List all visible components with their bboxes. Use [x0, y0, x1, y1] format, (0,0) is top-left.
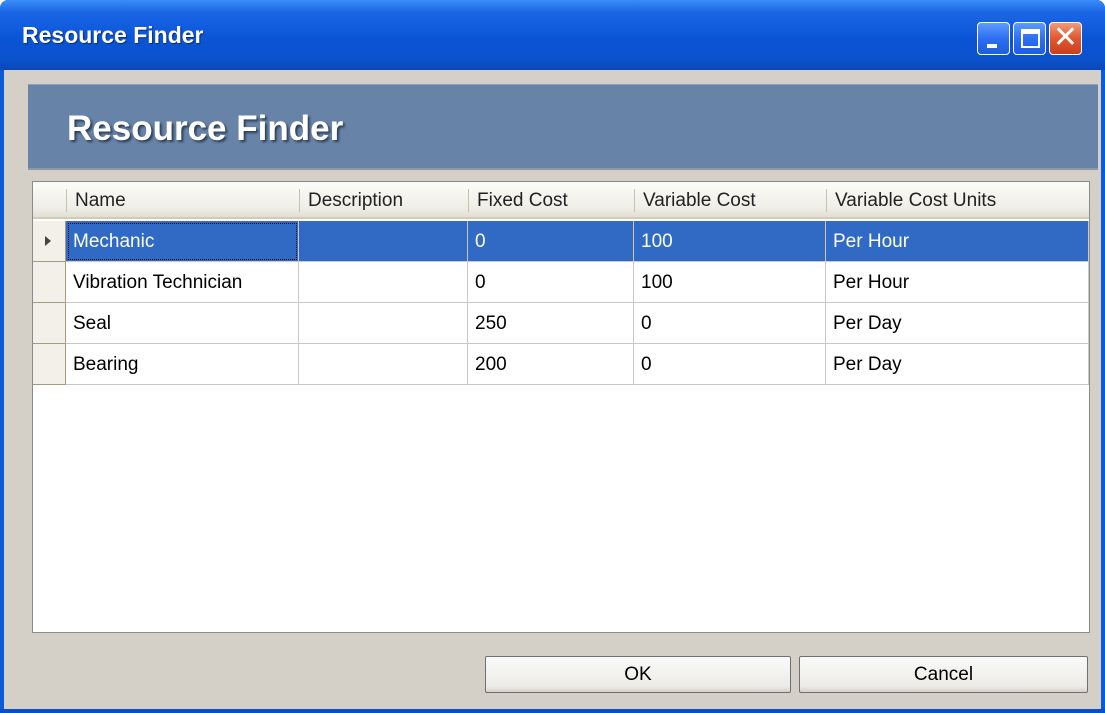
minimize-icon: [987, 44, 997, 48]
header-banner: Resource Finder: [28, 84, 1098, 168]
row-header[interactable]: [33, 344, 66, 385]
resource-grid[interactable]: Name Description Fixed Cost Variable Cos…: [32, 181, 1090, 633]
cell-name[interactable]: Mechanic: [66, 221, 299, 262]
cell-fixed-cost[interactable]: 0: [468, 221, 634, 262]
cell-fixed-cost[interactable]: 200: [468, 344, 634, 385]
cell-description[interactable]: [299, 344, 468, 385]
header-divider: [28, 168, 1098, 170]
row-header[interactable]: [33, 262, 66, 303]
dialog-body: Resource Finder Name Description Fixed C…: [4, 70, 1101, 710]
table-row[interactable]: Seal 250 0 Per Day: [33, 303, 1089, 344]
column-header-variable-cost-units[interactable]: Variable Cost Units: [826, 182, 1086, 219]
window-frame-bottom: [0, 709, 1105, 713]
table-row[interactable]: Vibration Technician 0 100 Per Hour: [33, 262, 1089, 303]
current-row-arrow-icon: [45, 236, 51, 246]
cell-fixed-cost[interactable]: 0: [468, 262, 634, 303]
row-header[interactable]: [33, 303, 66, 344]
ok-button[interactable]: OK: [485, 656, 791, 693]
column-header-variable-cost[interactable]: Variable Cost: [634, 182, 826, 219]
cell-variable-cost[interactable]: 100: [634, 262, 826, 303]
cell-variable-cost-units[interactable]: Per Day: [826, 303, 1089, 344]
page-title: Resource Finder: [67, 109, 344, 148]
cell-description[interactable]: [299, 303, 468, 344]
table-row[interactable]: Mechanic 0 100 Per Hour: [33, 221, 1089, 262]
maximize-button[interactable]: [1013, 22, 1046, 55]
cell-fixed-cost[interactable]: 250: [468, 303, 634, 344]
minimize-button[interactable]: [977, 22, 1010, 55]
cell-name[interactable]: Seal: [66, 303, 299, 344]
close-icon: ✕: [1052, 20, 1079, 55]
cell-name[interactable]: Bearing: [66, 344, 299, 385]
column-header-fixed-cost[interactable]: Fixed Cost: [468, 182, 634, 219]
column-header-name[interactable]: Name: [66, 182, 299, 219]
cell-variable-cost[interactable]: 0: [634, 303, 826, 344]
cell-description[interactable]: [299, 221, 468, 262]
table-row[interactable]: Bearing 200 0 Per Day: [33, 344, 1089, 385]
cell-name[interactable]: Vibration Technician: [66, 262, 299, 303]
maximize-icon: [1021, 29, 1040, 48]
window-title: Resource Finder: [22, 22, 204, 48]
close-button[interactable]: ✕: [1049, 22, 1082, 55]
row-header[interactable]: [33, 221, 66, 262]
column-header-description[interactable]: Description: [299, 182, 468, 219]
cell-variable-cost-units[interactable]: Per Day: [826, 344, 1089, 385]
cancel-button[interactable]: Cancel: [799, 656, 1088, 693]
grid-corner: [33, 182, 66, 219]
resource-finder-window: Resource Finder ✕ Resource Finder Name D…: [0, 0, 1105, 713]
title-bar[interactable]: Resource Finder ✕: [0, 0, 1105, 70]
grid-header: Name Description Fixed Cost Variable Cos…: [33, 182, 1089, 219]
cell-variable-cost[interactable]: 100: [634, 221, 826, 262]
cell-description[interactable]: [299, 262, 468, 303]
cell-variable-cost-units[interactable]: Per Hour: [826, 221, 1089, 262]
cell-variable-cost-units[interactable]: Per Hour: [826, 262, 1089, 303]
cell-variable-cost[interactable]: 0: [634, 344, 826, 385]
